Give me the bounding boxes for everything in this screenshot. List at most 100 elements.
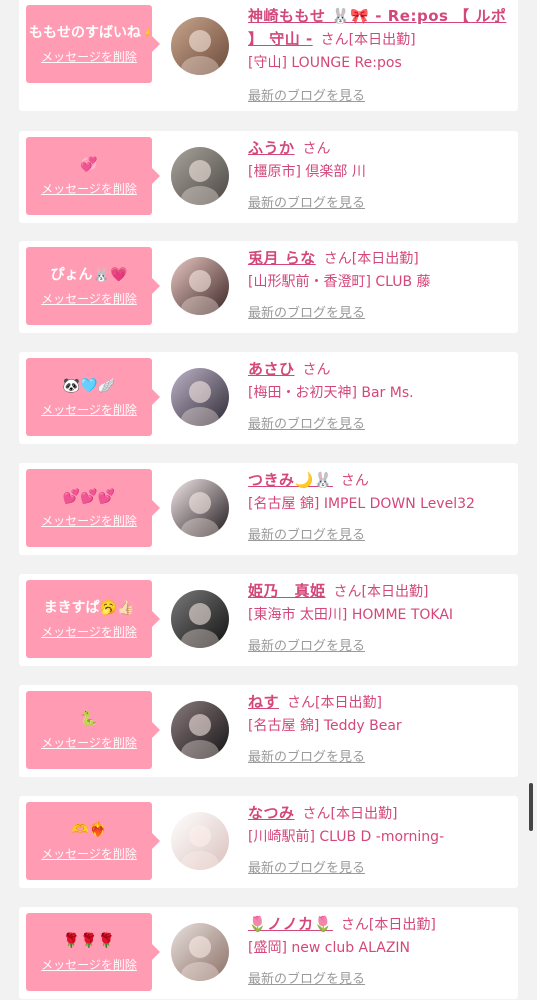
girl-name-link[interactable]: 🌷ノノカ🌷 bbox=[248, 915, 333, 933]
message-card: ももせのすばいね 🫶🎀 メッセージを削除 神崎ももせ 🐰🎀 - Re:pos 【… bbox=[19, 0, 518, 111]
message-text: 🌹🌹🌹 bbox=[62, 932, 116, 949]
status-text: [本日出勤] bbox=[330, 806, 398, 822]
avatar[interactable] bbox=[171, 923, 229, 981]
girl-name-link[interactable]: つきみ🌙🐰 bbox=[248, 471, 333, 489]
san-label: さん bbox=[302, 362, 331, 378]
delete-message-link[interactable]: メッセージを削除 bbox=[41, 180, 137, 197]
message-bubble: ぴょん🐰💗 メッセージを削除 bbox=[26, 247, 160, 325]
girl-name-link[interactable]: ふうか bbox=[248, 139, 295, 157]
message-text: まきすぱ🥱👍🏻 bbox=[43, 599, 135, 616]
status-text: [本日出勤] bbox=[368, 917, 436, 933]
latest-blog-link[interactable]: 最新のブログを見る bbox=[248, 85, 365, 104]
message-bubble: 🫶❤️‍🔥 メッセージを削除 bbox=[26, 802, 160, 880]
girl-name-link[interactable]: あさひ bbox=[248, 360, 295, 378]
latest-blog-link[interactable]: 最新のブログを見る bbox=[248, 857, 365, 876]
message-text: 💞 bbox=[80, 156, 98, 173]
avatar[interactable] bbox=[171, 701, 229, 759]
name-line: ねす さん[本日出勤] bbox=[248, 691, 514, 714]
message-text: 🫶❤️‍🔥 bbox=[71, 821, 107, 838]
san-label: さん bbox=[302, 806, 331, 822]
avatar[interactable] bbox=[171, 590, 229, 648]
message-card: まきすぱ🥱👍🏻 メッセージを削除 姫乃 真姫 さん[本日出勤] [東海市 太田川]… bbox=[19, 574, 518, 666]
latest-blog-link[interactable]: 最新のブログを見る bbox=[248, 524, 365, 543]
delete-message-link[interactable]: メッセージを削除 bbox=[41, 956, 137, 973]
delete-message-link[interactable]: メッセージを削除 bbox=[41, 290, 137, 307]
delete-message-link[interactable]: メッセージを削除 bbox=[41, 401, 137, 418]
san-label: さん bbox=[323, 251, 352, 267]
name-line: 兎月 らな さん[本日出勤] bbox=[248, 247, 514, 270]
scrollbar[interactable] bbox=[529, 783, 533, 831]
entry-info: 神崎ももせ 🐰🎀 - Re:pos 【 ルポ 】 守山 - さん[本日出勤] [守… bbox=[248, 5, 514, 104]
message-card: 💕💕💕 メッセージを削除 つきみ🌙🐰 さん [名古屋 錦] IMPEL DOWN … bbox=[19, 463, 518, 555]
shop-text: [名古屋 錦] Teddy Bear bbox=[248, 718, 402, 734]
name-line: 姫乃 真姫 さん[本日出勤] bbox=[248, 580, 514, 603]
message-bubble: 🐍 メッセージを削除 bbox=[26, 691, 160, 769]
entry-info: ねす さん[本日出勤] [名古屋 錦] Teddy Bear 最新のブログを見る bbox=[248, 691, 514, 765]
san-label: さん bbox=[340, 917, 369, 933]
message-card: 🐼🩵🪽 メッセージを削除 あさひ さん [梅田・お初天神] Bar Ms. 最新の… bbox=[19, 352, 518, 444]
girl-name-link[interactable]: ねす bbox=[248, 693, 279, 711]
message-text: 🐼🩵🪽 bbox=[62, 377, 116, 394]
latest-blog-link[interactable]: 最新のブログを見る bbox=[248, 635, 365, 654]
status-text: [本日出勤] bbox=[351, 251, 419, 267]
message-bubble: まきすぱ🥱👍🏻 メッセージを削除 bbox=[26, 580, 160, 658]
message-card: 🐍 メッセージを削除 ねす さん[本日出勤] [名古屋 錦] Teddy Bear… bbox=[19, 685, 518, 777]
san-label: さん bbox=[287, 695, 316, 711]
entry-info: ふうか さん [橿原市] 倶楽部 川 最新のブログを見る bbox=[248, 137, 514, 211]
shop-text: [川崎駅前] CLUB D -morning- bbox=[248, 829, 445, 845]
message-bubble: 🌹🌹🌹 メッセージを削除 bbox=[26, 913, 160, 991]
name-line: 神崎ももせ 🐰🎀 - Re:pos 【 ルポ 】 守山 - さん[本日出勤] bbox=[248, 5, 514, 51]
girl-name-link[interactable]: 兎月 らな bbox=[248, 249, 316, 267]
avatar[interactable] bbox=[171, 147, 229, 205]
message-text: 💕💕💕 bbox=[62, 488, 116, 505]
latest-blog-link[interactable]: 最新のブログを見る bbox=[248, 302, 365, 321]
avatar[interactable] bbox=[171, 812, 229, 870]
entry-info: 姫乃 真姫 さん[本日出勤] [東海市 太田川] HOMME TOKAI 最新のブ… bbox=[248, 580, 514, 654]
status-text: [本日出勤] bbox=[361, 584, 429, 600]
message-bubble: 🐼🩵🪽 メッセージを削除 bbox=[26, 358, 160, 436]
status-text: [本日出勤] bbox=[348, 32, 416, 48]
delete-message-link[interactable]: メッセージを削除 bbox=[41, 48, 137, 65]
san-label: さん bbox=[302, 141, 331, 157]
avatar[interactable] bbox=[171, 17, 229, 75]
shop-text: [名古屋 錦] IMPEL DOWN Level32 bbox=[248, 496, 475, 512]
name-line: 🌷ノノカ🌷 さん[本日出勤] bbox=[248, 913, 514, 936]
message-text: 🐍 bbox=[80, 710, 98, 727]
san-label: さん bbox=[320, 32, 349, 48]
message-card: 💞 メッセージを削除 ふうか さん [橿原市] 倶楽部 川 最新のブログを見る bbox=[19, 131, 518, 223]
message-card: 🫶❤️‍🔥 メッセージを削除 なつみ さん[本日出勤] [川崎駅前] CLUB D… bbox=[19, 796, 518, 888]
shop-text: [守山] LOUNGE Re:pos bbox=[248, 55, 402, 71]
delete-message-link[interactable]: メッセージを削除 bbox=[41, 734, 137, 751]
shop-text: [橿原市] 倶楽部 川 bbox=[248, 164, 366, 180]
avatar[interactable] bbox=[171, 257, 229, 315]
message-card: ぴょん🐰💗 メッセージを削除 兎月 らな さん[本日出勤] [山形駅前・香澄町] … bbox=[19, 241, 518, 333]
shop-text: [梅田・お初天神] Bar Ms. bbox=[248, 385, 414, 401]
message-bubble: 💞 メッセージを削除 bbox=[26, 137, 160, 215]
entry-info: なつみ さん[本日出勤] [川崎駅前] CLUB D -morning- 最新のブ… bbox=[248, 802, 514, 876]
delete-message-link[interactable]: メッセージを削除 bbox=[41, 512, 137, 529]
message-text: ぴょん🐰💗 bbox=[50, 266, 128, 283]
avatar[interactable] bbox=[171, 479, 229, 537]
san-label: さん bbox=[340, 473, 369, 489]
delete-message-link[interactable]: メッセージを削除 bbox=[41, 845, 137, 862]
status-text: [本日出勤] bbox=[315, 695, 382, 711]
message-card: 🌹🌹🌹 メッセージを削除 🌷ノノカ🌷 さん[本日出勤] [盛岡] new club… bbox=[19, 907, 518, 999]
entry-info: 🌷ノノカ🌷 さん[本日出勤] [盛岡] new club ALAZIN 最新のブロ… bbox=[248, 913, 514, 987]
latest-blog-link[interactable]: 最新のブログを見る bbox=[248, 968, 365, 987]
latest-blog-link[interactable]: 最新のブログを見る bbox=[248, 746, 365, 765]
latest-blog-link[interactable]: 最新のブログを見る bbox=[248, 192, 365, 211]
avatar[interactable] bbox=[171, 368, 229, 426]
entry-info: あさひ さん [梅田・お初天神] Bar Ms. 最新のブログを見る bbox=[248, 358, 514, 432]
message-bubble: ももせのすばいね 🫶🎀 メッセージを削除 bbox=[26, 5, 160, 83]
delete-message-link[interactable]: メッセージを削除 bbox=[41, 623, 137, 640]
shop-text: [盛岡] new club ALAZIN bbox=[248, 940, 411, 956]
name-line: ふうか さん bbox=[248, 137, 514, 160]
san-label: さん bbox=[333, 584, 362, 600]
message-text: ももせのすばいね 🫶🎀 bbox=[29, 24, 149, 41]
girl-name-link[interactable]: 姫乃 真姫 bbox=[248, 582, 326, 600]
name-line: つきみ🌙🐰 さん bbox=[248, 469, 514, 492]
entry-info: つきみ🌙🐰 さん [名古屋 錦] IMPEL DOWN Level32 最新のブロ… bbox=[248, 469, 514, 543]
entry-info: 兎月 らな さん[本日出勤] [山形駅前・香澄町] CLUB 藤 最新のブログを見… bbox=[248, 247, 514, 321]
latest-blog-link[interactable]: 最新のブログを見る bbox=[248, 413, 365, 432]
girl-name-link[interactable]: なつみ bbox=[248, 804, 295, 822]
